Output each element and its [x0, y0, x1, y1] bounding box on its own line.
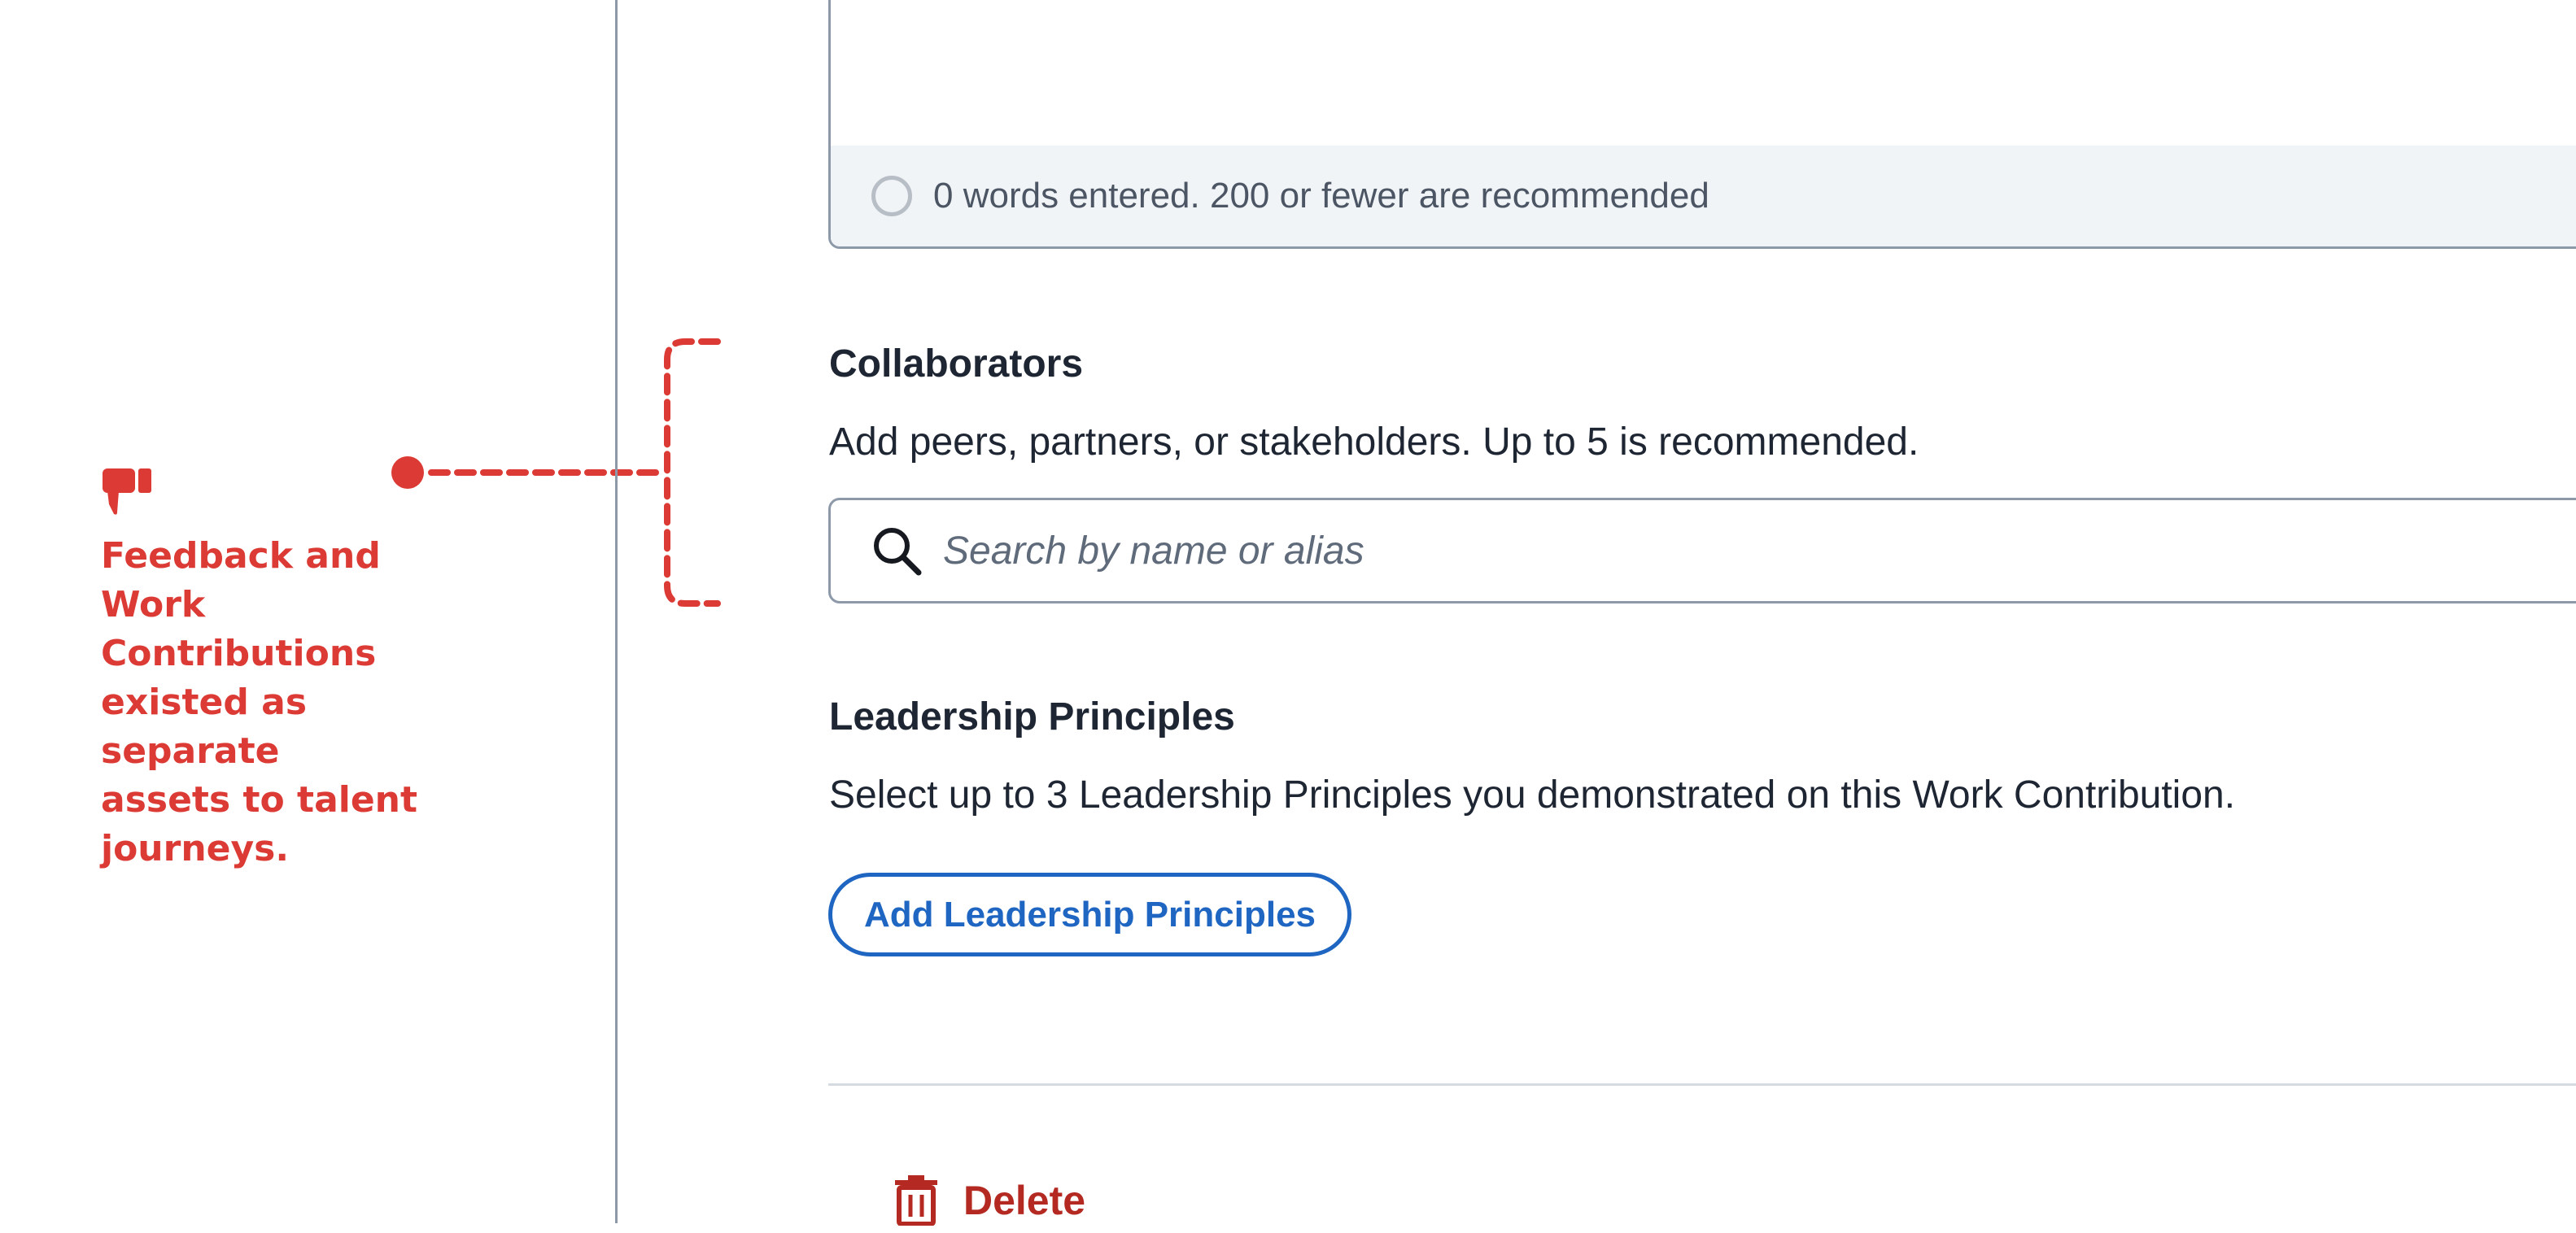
- collaborators-title: Collaborators: [829, 342, 1084, 386]
- description-textarea[interactable]: 0 words entered. 200 or fewer are recomm…: [828, 0, 2576, 249]
- delete-label: Delete: [963, 1178, 1086, 1223]
- collaborator-search-box[interactable]: [828, 498, 2576, 603]
- search-icon: [874, 528, 922, 576]
- leadership-principles-description: Select up to 3 Leadership Principles you…: [829, 773, 2236, 817]
- annotation-panel: Feedback and Work Contributions existed …: [0, 0, 721, 1223]
- leadership-principles-title: Leadership Principles: [829, 695, 1235, 738]
- add-leadership-principles-button[interactable]: Add Leadership Principles: [828, 873, 1351, 956]
- annotation-note: Feedback and Work Contributions existed …: [101, 535, 418, 869]
- word-counter-bar: 0 words entered. 200 or fewer are recomm…: [831, 146, 2576, 246]
- delete-button[interactable]: Delete: [895, 1168, 1085, 1233]
- collaborators-description: Add peers, partners, or stakeholders. Up…: [829, 420, 1919, 464]
- trash-icon: [895, 1175, 937, 1226]
- thumbs-down-icon: [103, 468, 151, 515]
- word-counter-text: 0 words entered. 200 or fewer are recomm…: [933, 176, 1709, 216]
- collaborator-search-input[interactable]: [941, 527, 2409, 574]
- form-divider: [828, 1083, 2576, 1086]
- progress-ring-icon: [871, 176, 912, 216]
- annotation-connector: [391, 338, 721, 607]
- panel-divider: [615, 0, 618, 1223]
